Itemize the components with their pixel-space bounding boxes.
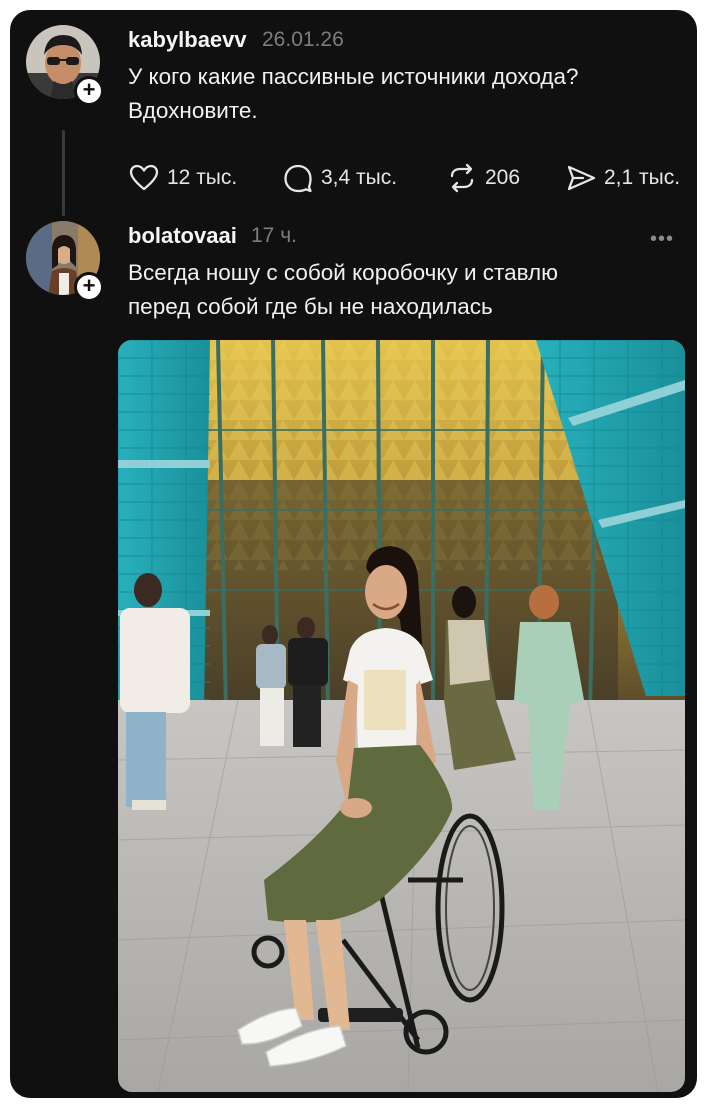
post-text-line: Вдохновите. — [128, 98, 258, 123]
post-timestamp: 17 ч. — [251, 224, 297, 247]
follow-button[interactable]: + — [74, 76, 104, 106]
comment-icon — [284, 164, 312, 193]
thread-card: + kabylbaevv 26.01.26 У кого какие пасси… — [10, 10, 697, 1098]
more-icon[interactable]: ••• — [650, 228, 682, 250]
post-username[interactable]: kabylbaevv — [128, 27, 247, 53]
post-text-line: У кого какие пассивные источники дохода? — [128, 64, 579, 89]
share-icon — [567, 165, 596, 191]
share-button[interactable]: 2,1 тыс. — [565, 160, 680, 196]
post-photo[interactable] — [118, 340, 685, 1092]
like-count: 12 тыс. — [167, 166, 238, 189]
post-text: Всегда ношу с собой коробочку и ставлю п… — [128, 256, 688, 324]
post-actions: 12 тыс. 3,4 тыс. 206 2,1 тыс. — [128, 160, 693, 196]
share-count: 2,1 тыс. — [604, 166, 681, 189]
post-text: У кого какие пассивные источники дохода?… — [128, 60, 688, 128]
repost-count: 206 — [485, 166, 521, 189]
post-text-line: перед собой где бы не находилась — [128, 294, 493, 319]
like-button[interactable]: 12 тыс. — [128, 160, 237, 196]
post-username[interactable]: bolatovaai — [128, 223, 237, 249]
comment-button[interactable]: 3,4 тыс. — [282, 160, 397, 196]
post-text-line: Всегда ношу с собой коробочку и ставлю — [128, 260, 559, 285]
thread-connector-line — [62, 130, 65, 216]
repost-button[interactable]: 206 — [446, 160, 520, 196]
repost-icon — [450, 163, 474, 193]
heart-icon — [129, 164, 159, 191]
follow-button[interactable]: + — [74, 272, 104, 302]
post-timestamp: 26.01.26 — [262, 28, 344, 51]
comment-count: 3,4 тыс. — [321, 166, 398, 189]
